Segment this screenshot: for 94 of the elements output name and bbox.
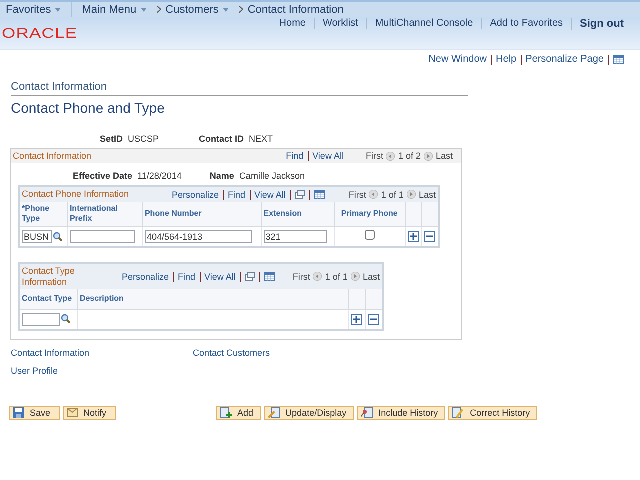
chevron-icon [238,4,243,16]
checkbox[interactable] [364,230,375,240]
lookup-field[interactable]: BUSN [22,230,52,243]
header-link[interactable]: Sign out [571,18,632,30]
row-count: 1 of 1 [381,190,404,200]
column-header: Phone Number [142,202,262,226]
field-value: Camille Jackson [239,171,305,181]
delete-row-button[interactable] [424,231,436,242]
header-link[interactable]: MultiChannel Console [366,18,482,29]
last-link[interactable]: Last [418,190,436,200]
column-header: Description [77,289,348,309]
toolbar-button[interactable]: Update/Display [264,406,354,420]
toolbar-button[interactable]: Add [216,406,261,420]
column-header: Contact Type [19,289,78,309]
grid-link[interactable]: Personalize [122,272,170,282]
page-pin-icon [360,407,373,418]
first-link[interactable]: First [292,272,310,282]
minus-icon [426,233,434,240]
breadcrumb-item[interactable]: Contact Information [248,4,354,16]
header-link[interactable]: Add to Favorites [481,18,571,29]
page-link[interactable]: Contact Customers [193,348,640,358]
breadcrumb-item[interactable]: Main Menu [82,4,157,16]
field-label: SetID [100,134,124,144]
toolbar-button[interactable]: Save [9,406,60,420]
column-header: Primary Phone [334,202,406,226]
next-icon[interactable] [350,272,360,281]
grid-link[interactable]: View All [254,190,286,200]
add-row-button[interactable] [350,314,362,324]
grid-link[interactable]: Personalize [172,190,220,200]
next-icon[interactable] [424,152,433,160]
header-link[interactable]: Worklist [314,18,366,29]
first-link[interactable]: First [348,190,366,200]
input-field[interactable]: 321 [264,230,327,243]
grid-link[interactable]: Find [228,190,246,200]
plus-icon [352,316,360,322]
plus-icon [410,233,417,240]
search-icon[interactable] [61,314,71,324]
lookup-field[interactable] [22,312,60,326]
delete-row-button[interactable] [368,314,379,324]
page-link[interactable]: Contact Information [11,348,193,358]
grid-title: Contact Phone Information [22,189,130,200]
page-title: Contact Phone and Type [11,100,166,116]
page-link[interactable]: User Profile [11,366,193,376]
previous-icon[interactable] [386,152,396,160]
page-link[interactable]: Help [496,54,517,65]
grid-link[interactable]: Find [178,272,196,282]
page-link[interactable]: Personalize Page [526,54,604,65]
section-title: Contact Information [13,150,93,162]
header-link[interactable]: Home [271,18,314,29]
toolbar-button[interactable]: Correct History [448,406,538,420]
grid-link[interactable]: Find [286,151,304,161]
personalize-icon[interactable] [613,55,624,64]
pencil-page-icon [268,407,280,418]
input-field[interactable]: 404/564-1913 [144,230,252,243]
field-label: Effective Date [73,171,133,181]
previous-icon[interactable] [313,272,322,281]
page-link[interactable]: New Window [428,54,488,65]
breadcrumb-title: Contact Information [11,81,468,96]
caret-icon [222,8,229,12]
grid-link[interactable]: View All [312,151,344,161]
column-header: *Phone Type [19,202,68,226]
toolbar-button[interactable]: Notify [62,406,116,420]
new-window-icon[interactable] [244,272,255,281]
input-field[interactable] [70,230,135,243]
chevron-icon [156,4,161,16]
breadcrumb-item[interactable]: Customers [166,4,239,16]
pencil-page-icon [452,407,464,418]
add-page-icon [220,407,232,418]
field-value: 11/28/2014 [138,171,182,181]
caret-icon [140,8,147,12]
previous-icon[interactable] [369,190,378,199]
first-link[interactable]: First [366,151,384,161]
oracle-logo: ORACLE [2,25,78,43]
column-header: International Prefix [67,202,142,226]
last-link[interactable]: Last [362,272,380,282]
grid-link[interactable]: View All [204,272,236,282]
column-header: Extension [261,202,334,226]
field-label: Name [210,171,234,181]
field-label: Contact ID [199,134,244,144]
search-icon[interactable] [53,232,63,242]
grid-icon[interactable] [314,190,325,199]
toolbar-button[interactable]: Include History [356,406,446,420]
caret-icon [55,8,62,12]
row-count: 1 of 1 [325,272,348,282]
add-row-button[interactable] [408,231,419,242]
last-link[interactable]: Last [436,151,453,161]
field-value: USCSP [128,134,160,144]
grid-title: Contact Type Information [22,266,76,288]
row-count: 1 of 2 [398,151,421,161]
grid-icon[interactable] [264,272,275,281]
next-icon[interactable] [406,190,416,199]
field-value: NEXT [249,134,274,144]
new-window-icon[interactable] [294,190,305,199]
envelope-icon [66,408,78,417]
